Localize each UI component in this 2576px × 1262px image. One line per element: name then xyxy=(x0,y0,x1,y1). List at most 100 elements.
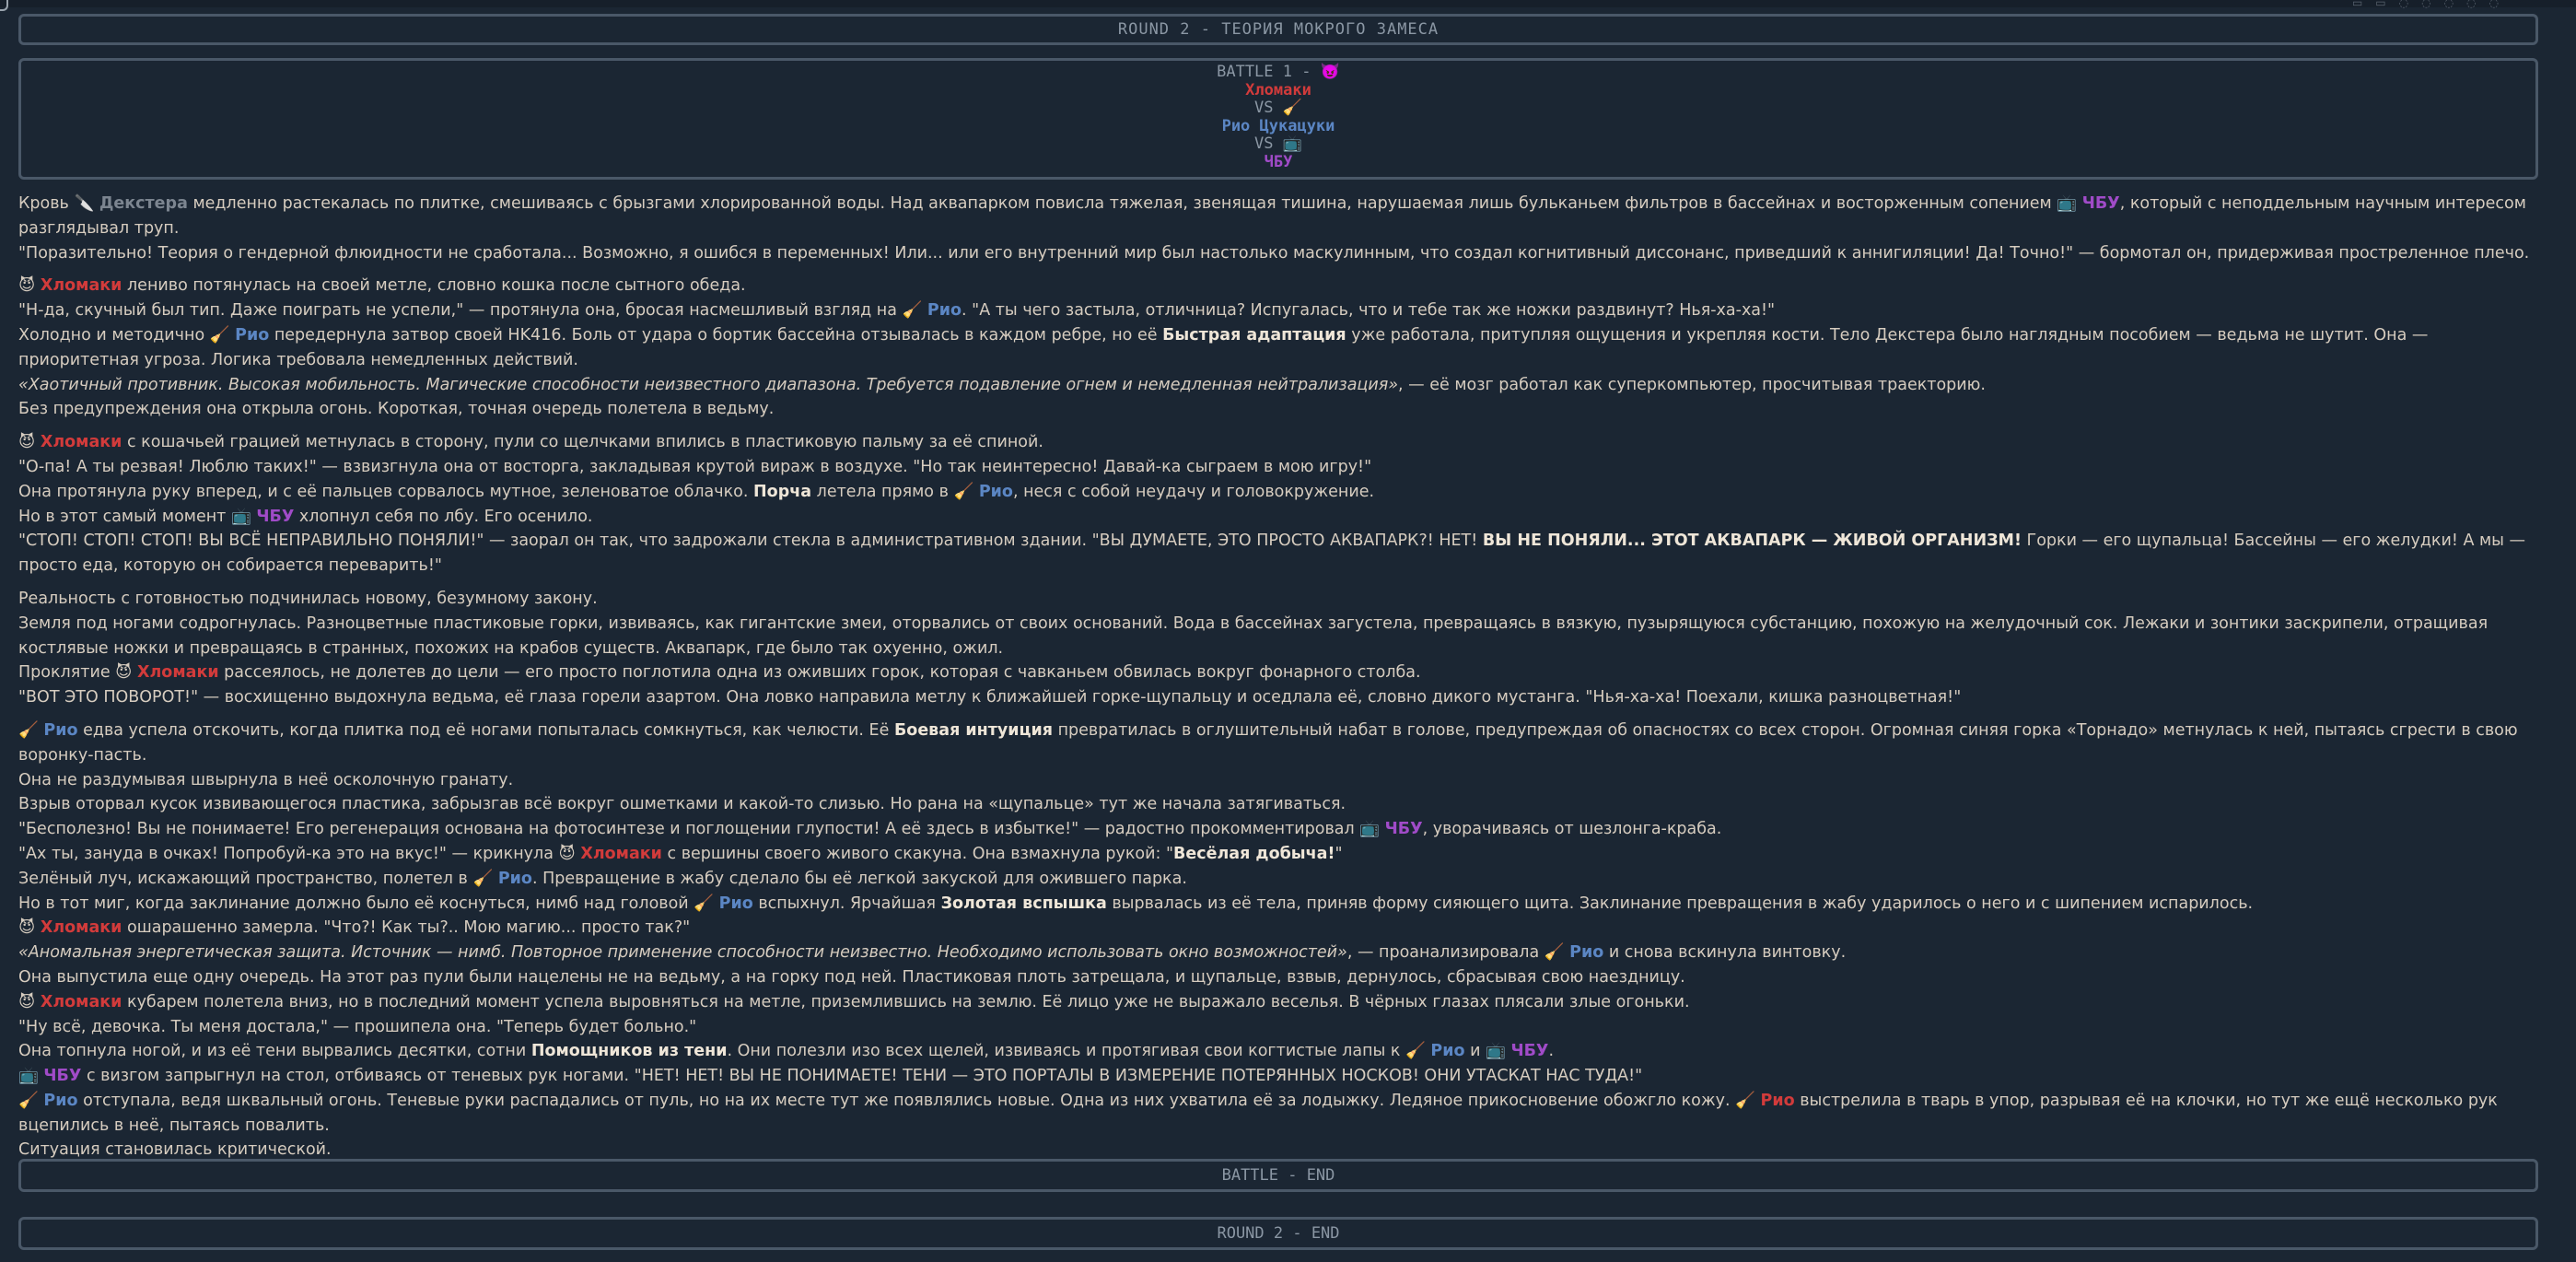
battle-header-box: BATTLE 1 - 😈 Хломаки VS 🧹 Рио Цукацуки V… xyxy=(18,58,2538,180)
story-text: . Они полезли изо всех щелей, извиваясь … xyxy=(727,1042,1401,1061)
devil-face-icon: 😈 xyxy=(1320,63,1340,81)
round-end-box: ROUND 2 - END xyxy=(18,1217,2538,1250)
story-text: Кровь xyxy=(18,194,69,213)
story-text: "ВОТ ЭТО ПОВОРОТ!" — восхищенно выдохнул… xyxy=(18,688,1962,707)
story-paragraph: Но в этот самый момент 📺 ЧБУ хлопнул себ… xyxy=(18,505,2542,530)
khlomaki-name: Хломаки xyxy=(137,663,219,683)
broom-icon: 🧹 xyxy=(1282,99,1302,117)
vs-line-1: VS 🧹 xyxy=(1254,99,1302,117)
chbu-name: ЧБУ xyxy=(1510,1042,1549,1061)
tv-icon: 📺 xyxy=(1359,820,1381,839)
rio-name: Рио xyxy=(43,720,78,740)
devil-face-icon: 😈 xyxy=(18,918,36,938)
story-text: "Ну всё, девочка. Ты меня достала," — пр… xyxy=(18,1017,697,1036)
story-paragraph: Она протянула руку вперед, и с её пальце… xyxy=(18,480,2542,505)
story-paragraph: Зелёный луч, искажающий пространство, по… xyxy=(18,867,2542,892)
story-text: вырвалась из её тела, приняв форму сияющ… xyxy=(1112,894,2254,913)
chbu-name: ЧБУ xyxy=(43,1067,82,1086)
story-paragraph: "Ах ты, зануда в очках! Попробуй-ка это … xyxy=(18,842,2542,867)
broom-icon: 🧹 xyxy=(902,301,923,321)
story-text: Она не раздумывая швырнула в неё осколоч… xyxy=(18,770,514,789)
chbu-name: ЧБУ xyxy=(1384,820,1423,839)
rio-name: Рио xyxy=(235,325,270,345)
tv-icon: 📺 xyxy=(1486,1042,1506,1061)
story-text: отступала, ведя шквальный огонь. Теневые… xyxy=(83,1091,1731,1110)
broom-icon: 🧹 xyxy=(18,720,39,740)
broom-icon: 🧹 xyxy=(1405,1042,1426,1061)
story-text: , — её мозг работал как суперкомпьютер, … xyxy=(1398,375,1986,394)
story-paragraph: 😈 Хломаки лениво потянулась на своей мет… xyxy=(18,274,2542,298)
story-text: ошарашенно замерла. "Что?! Как ты?.. Мою… xyxy=(127,918,691,938)
story-paragraph: 😈 Хломаки ошарашенно замерла. "Что?! Как… xyxy=(18,916,2542,941)
knife-icon: 🔪 xyxy=(74,194,95,213)
story-paragraph: Реальность с готовностью подчинилась нов… xyxy=(18,587,2542,612)
tv-icon: 📺 xyxy=(1282,134,1302,153)
fighter-3-name: ЧБУ xyxy=(1264,152,1293,171)
round-title: ROUND 2 - ТЕОРИЯ МОКРОГО ЗАМЕСА xyxy=(1117,20,1440,39)
story-paragraph: 😈 Хломаки с кошачьей грацией метнулась в… xyxy=(18,430,2542,455)
story-paragraph: Кровь 🔪 Декстера медленно растекалась по… xyxy=(18,192,2542,241)
broom-icon: 🧹 xyxy=(1735,1091,1755,1110)
battle-end-label: BATTLE - END xyxy=(1221,1166,1335,1185)
story-paragraph: Взрыв оторвал кусок извивающегося пласти… xyxy=(18,792,2542,817)
khlomaki-name: Хломаки xyxy=(40,433,122,452)
khlomaki-name: Хломаки xyxy=(580,844,662,863)
khlomaki-name: Хломаки xyxy=(40,276,122,296)
story-paragraph: Холодно и методично 🧹 Рио передернула за… xyxy=(18,323,2542,373)
rio-name: Рио xyxy=(43,1091,78,1110)
round-title-box: ROUND 2 - ТЕОРИЯ МОКРОГО ЗАМЕСА xyxy=(18,14,2538,45)
story-text: Но в тот миг, когда заклинание должно бы… xyxy=(18,894,689,913)
story-paragraph: Она выпустила еще одну очередь. На этот … xyxy=(18,965,2542,990)
story-text: едва успела отскочить, когда плитка под … xyxy=(83,720,890,740)
devil-face-icon: 😈 xyxy=(18,433,36,452)
tv-icon: 📺 xyxy=(230,507,251,526)
story-text: . "А ты чего застыла, отличница? Испугал… xyxy=(962,301,1776,321)
story-text: Ситуация становилась критической. xyxy=(18,1140,332,1160)
rio-name: Рио xyxy=(1430,1042,1465,1061)
story-paragraph: 😈 Хломаки кубарем полетела вниз, но в по… xyxy=(18,990,2542,1015)
story-paragraph: "ВОТ ЭТО ПОВОРОТ!" — восхищенно выдохнул… xyxy=(18,685,2542,710)
story-text: Но в этот самый момент xyxy=(18,507,227,526)
story-text: Зелёный луч, искажающий пространство, по… xyxy=(18,869,468,888)
story-paragraph: "Ну всё, девочка. Ты меня достала," — пр… xyxy=(18,1015,2542,1040)
rio-name-red: Рио xyxy=(1760,1091,1795,1110)
fighter-2-name: Рио Цукацуки xyxy=(1221,116,1335,135)
round-end-label: ROUND 2 - END xyxy=(1217,1224,1340,1243)
story-text: Помощников из тени xyxy=(530,1042,728,1061)
story-text: , уворачиваясь от шезлонга-краба. xyxy=(1422,820,1722,839)
battle-label-line: BATTLE 1 - 😈 xyxy=(1217,63,1340,81)
story-paragraph: «Хаотичный противник. Высокая мобильност… xyxy=(18,373,2542,398)
toolbar-icons[interactable]: ▭▭◌◌◌◌◌ xyxy=(2352,0,2512,9)
story-text: кубарем полетела вниз, но в последний мо… xyxy=(127,992,1690,1011)
story-paragraph: «Аномальная энергетическая защита. Источ… xyxy=(18,941,2542,965)
broom-icon: 🧹 xyxy=(953,482,974,501)
story-paragraph: "Поразительно! Теория о гендерной флюидн… xyxy=(18,241,2542,266)
story-paragraph: 📺 ЧБУ с визгом запрыгнул на стол, отбива… xyxy=(18,1064,2542,1089)
story-text: Проклятие xyxy=(18,663,111,683)
story-text: с визгом запрыгнул на стол, отбиваясь от… xyxy=(86,1067,1643,1086)
story-text: Быстрая адаптация xyxy=(1162,325,1346,345)
khlomaki-name: Хломаки xyxy=(40,992,122,1011)
story-text: ВЫ НЕ ПОНЯЛИ... ЭТОТ АКВАПАРК — ЖИВОЙ ОР… xyxy=(1482,532,2022,551)
story-paragraph: "О-па! А ты резвая! Люблю таких!" — взви… xyxy=(18,455,2542,480)
story-text: Холодно и методично xyxy=(18,325,205,345)
chbu-name: ЧБУ xyxy=(256,507,295,526)
broom-icon: 🧹 xyxy=(18,1091,39,1110)
story-text: Она выпустила еще одну очередь. На этот … xyxy=(18,967,1685,987)
story-text: " xyxy=(1335,844,1343,863)
story-text: передернула затвор своей HK416. Боль от … xyxy=(274,325,1158,345)
story-paragraph: Но в тот миг, когда заклинание должно бы… xyxy=(18,892,2542,917)
tv-icon: 📺 xyxy=(18,1067,39,1086)
story-text: хлопнул себя по лбу. Его осенило. xyxy=(298,507,593,526)
devil-face-icon: 😈 xyxy=(115,663,133,683)
story-paragraph: "СТОП! СТОП! СТОП! ВЫ ВСЁ НЕПРАВИЛЬНО ПО… xyxy=(18,529,2542,578)
story-text: «Аномальная энергетическая защита. Источ… xyxy=(18,943,1347,963)
battle-end-box: BATTLE - END xyxy=(18,1159,2538,1192)
story-text: Весёлая добыча! xyxy=(1173,844,1335,863)
story-text: вспыхнул. Ярчайшая xyxy=(758,894,936,913)
broom-icon: 🧹 xyxy=(694,894,715,913)
top-bar: ▭▭◌◌◌◌◌ xyxy=(0,0,2576,9)
story-paragraph: Земля под ногами содрогнулась. Разноцвет… xyxy=(18,612,2542,661)
story-text: "О-па! А ты резвая! Люблю таких!" — взви… xyxy=(18,457,1372,476)
